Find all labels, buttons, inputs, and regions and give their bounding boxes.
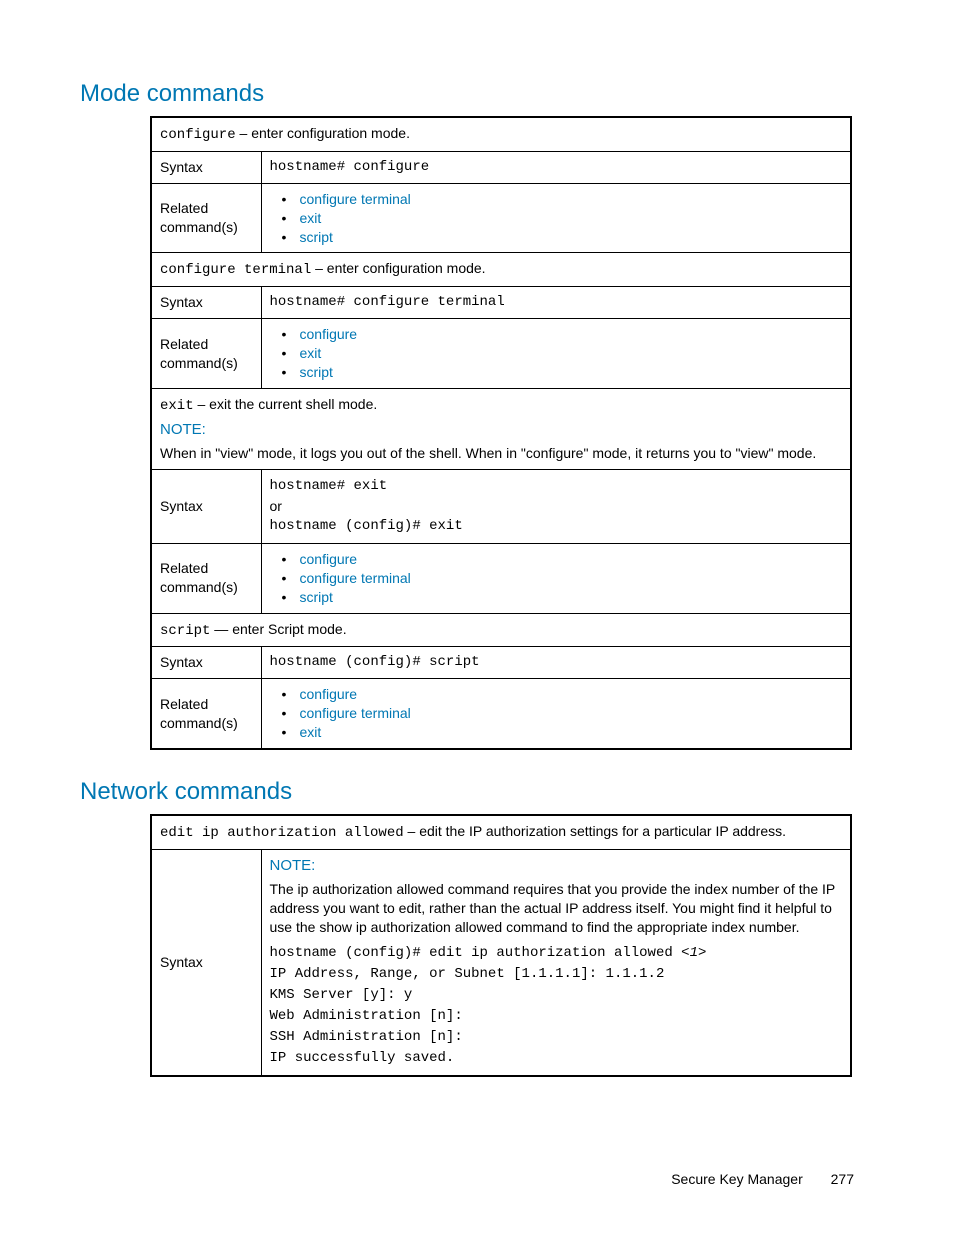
note-label: NOTE: xyxy=(160,420,842,440)
note-body-edit-ip: The ip authorization allowed command req… xyxy=(270,880,843,937)
syntax-exit-line2: hostname (config)# exit xyxy=(270,516,843,537)
syntax-script: hostname (config)# script xyxy=(261,647,851,679)
row-edit-ip-header: edit ip authorization allowed – edit the… xyxy=(151,815,851,849)
cmd-desc-configure: – enter configuration mode. xyxy=(236,125,410,141)
heading-mode-commands: Mode commands xyxy=(80,80,854,108)
row-exit-header: exit – exit the current shell mode. NOTE… xyxy=(151,388,851,469)
link-configure-terminal[interactable]: configure terminal xyxy=(282,190,843,209)
link-configure[interactable]: configure xyxy=(282,325,843,344)
syntax-edit-ip-line3: KMS Server [y]: y xyxy=(270,985,843,1006)
syntax-edit-ip-line1: hostname (config)# edit ip authorization… xyxy=(270,943,843,964)
syntax-configure: hostname# configure xyxy=(261,151,851,183)
footer: Secure Key Manager 277 xyxy=(671,1171,854,1187)
cmd-name-configure: configure xyxy=(160,127,236,143)
label-related: Related command(s) xyxy=(151,543,261,613)
syntax-exit-line1: hostname# exit xyxy=(270,476,843,497)
cmd-desc-edit-ip: – edit the IP authorization settings for… xyxy=(404,823,786,839)
related-configure-terminal: configure exit script xyxy=(261,319,851,389)
link-script[interactable]: script xyxy=(282,228,843,247)
footer-title: Secure Key Manager xyxy=(671,1171,803,1187)
cmd-desc-configure-terminal: – enter configuration mode. xyxy=(311,260,485,276)
label-syntax: Syntax xyxy=(151,647,261,679)
link-configure-terminal[interactable]: configure terminal xyxy=(282,704,843,723)
label-related: Related command(s) xyxy=(151,319,261,389)
cmd-name-configure-terminal: configure terminal xyxy=(160,262,311,278)
related-configure: configure terminal exit script xyxy=(261,183,851,253)
cmd-desc-script: — enter Script mode. xyxy=(210,621,346,637)
label-syntax: Syntax xyxy=(151,287,261,319)
syntax-configure-terminal: hostname# configure terminal xyxy=(261,287,851,319)
page: Mode commands configure – enter configur… xyxy=(0,0,954,1235)
cmd-name-exit: exit xyxy=(160,398,194,414)
link-script[interactable]: script xyxy=(282,363,843,382)
link-configure[interactable]: configure xyxy=(282,550,843,569)
syntax-edit-ip-line4: Web Administration [n]: xyxy=(270,1006,843,1027)
related-script: configure configure terminal exit xyxy=(261,679,851,749)
syntax-edit-ip-line6: IP successfully saved. xyxy=(270,1048,843,1069)
syntax-edit-ip-line2: IP Address, Range, or Subnet [1.1.1.1]: … xyxy=(270,964,843,985)
row-script-header: script — enter Script mode. xyxy=(151,613,851,647)
label-syntax: Syntax xyxy=(151,469,261,543)
link-configure-terminal[interactable]: configure terminal xyxy=(282,569,843,588)
row-configure-terminal-header: configure terminal – enter configuration… xyxy=(151,253,851,287)
related-exit: configure configure terminal script xyxy=(261,543,851,613)
syntax-edit-ip-line5: SSH Administration [n]: xyxy=(270,1027,843,1048)
syntax-edit-ip: NOTE: The ip authorization allowed comma… xyxy=(261,849,851,1075)
cmd-desc-exit: – exit the current shell mode. xyxy=(194,396,378,412)
syntax-exit-or: or xyxy=(270,497,843,516)
syntax-exit: hostname# exit or hostname (config)# exi… xyxy=(261,469,851,543)
cmd-name-edit-ip: edit ip authorization allowed xyxy=(160,825,404,841)
link-script[interactable]: script xyxy=(282,588,843,607)
page-number: 277 xyxy=(831,1171,854,1187)
row-configure-header: configure – enter configuration mode. xyxy=(151,117,851,151)
label-related: Related command(s) xyxy=(151,679,261,749)
label-syntax: Syntax xyxy=(151,151,261,183)
label-related: Related command(s) xyxy=(151,183,261,253)
link-configure[interactable]: configure xyxy=(282,685,843,704)
table-network-commands: edit ip authorization allowed – edit the… xyxy=(150,814,852,1077)
link-exit[interactable]: exit xyxy=(282,209,843,228)
heading-network-commands: Network commands xyxy=(80,778,854,806)
note-body-exit: When in "view" mode, it logs you out of … xyxy=(160,444,842,463)
link-exit[interactable]: exit xyxy=(282,344,843,363)
table-mode-commands: configure – enter configuration mode. Sy… xyxy=(150,116,852,750)
label-syntax: Syntax xyxy=(151,849,261,1075)
note-label: NOTE: xyxy=(270,856,843,876)
link-exit[interactable]: exit xyxy=(282,723,843,742)
cmd-name-script: script xyxy=(160,623,210,639)
